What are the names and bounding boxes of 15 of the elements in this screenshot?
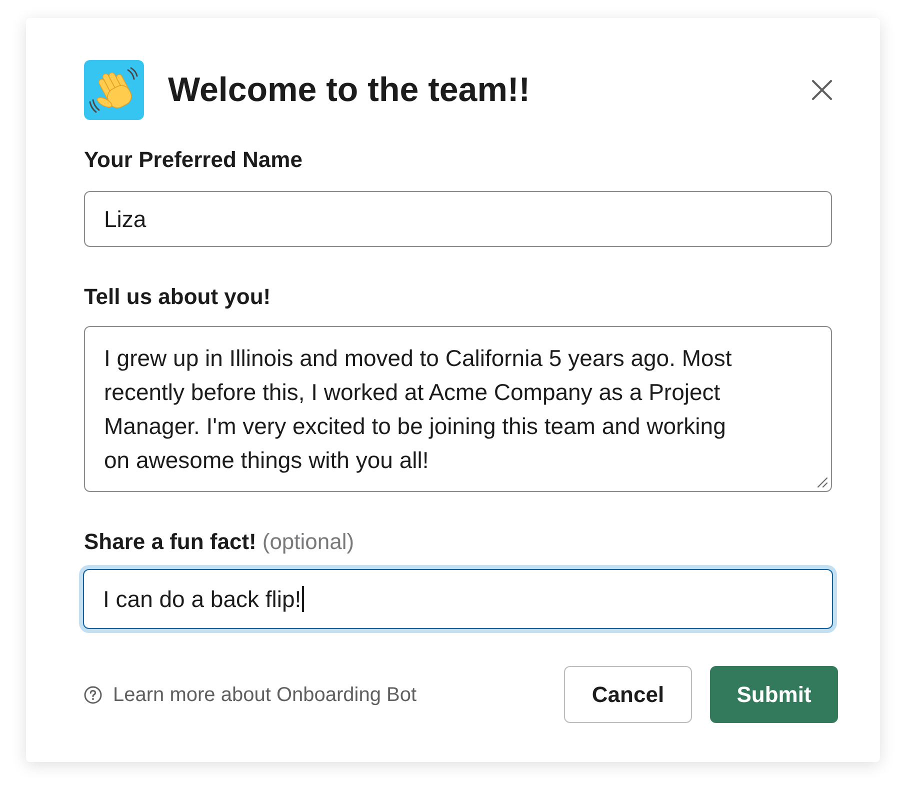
text-area-field[interactable]: I grew up in Illinois and moved to California 5 years ago. Most recently before this, I worked at Acme Company as a Project Manager. I'm very excited to be joining this team and working on awesome things with you all! xyxy=(84,326,832,492)
field-label: Your Preferred Name xyxy=(84,148,302,172)
close-icon[interactable] xyxy=(812,80,832,100)
help-link[interactable]: Learn more about Onboarding Bot xyxy=(84,680,417,710)
submit-button[interactable]: Submit xyxy=(710,666,838,723)
field-label: Share a fun fact! xyxy=(84,530,256,554)
text-input-field[interactable]: Liza xyxy=(84,191,832,247)
optional-note: (optional) xyxy=(262,530,354,554)
help-icon xyxy=(84,686,102,704)
resize-grip-icon[interactable] xyxy=(817,477,828,488)
text-cursor-icon xyxy=(302,586,304,612)
field-label: Tell us about you! xyxy=(84,285,271,309)
cancel-button[interactable]: Cancel xyxy=(564,666,692,723)
dialog-title: Welcome to the team!! xyxy=(168,70,530,110)
waving-hand-icon xyxy=(84,60,144,120)
